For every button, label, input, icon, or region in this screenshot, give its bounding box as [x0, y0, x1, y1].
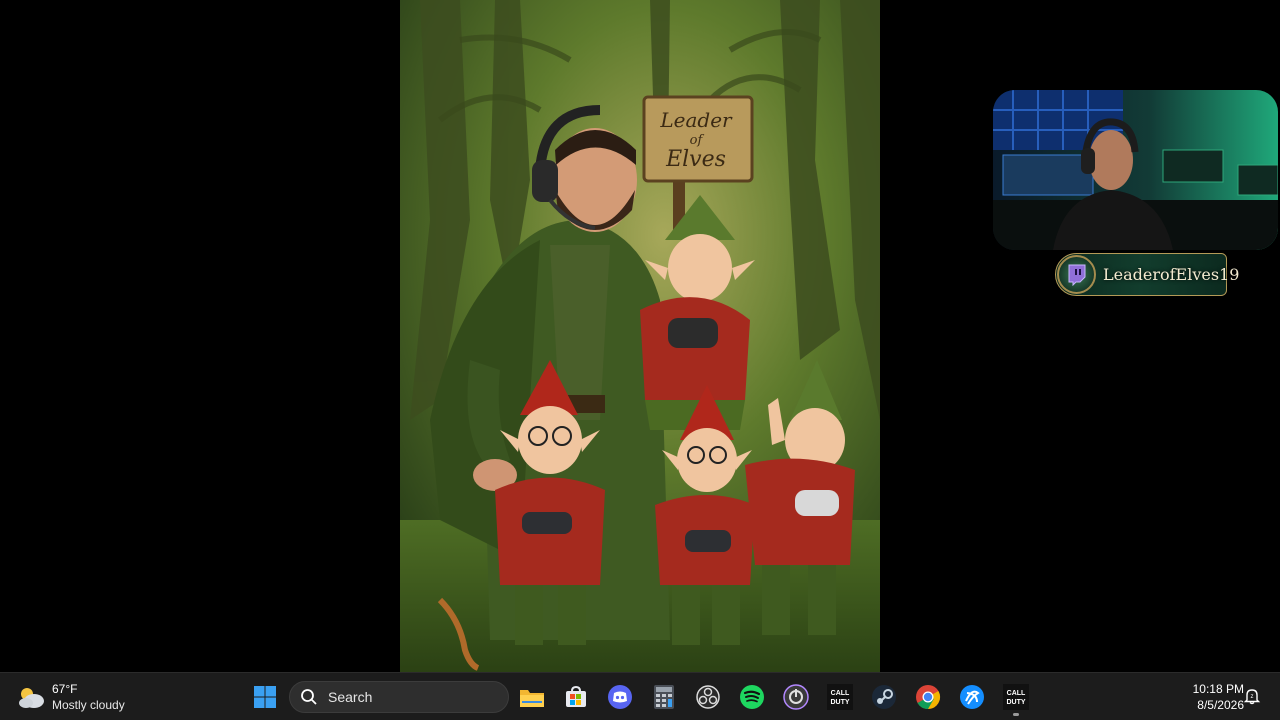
windows-icon [254, 686, 276, 708]
partly-cloudy-icon [19, 688, 44, 708]
channel-name: LeaderofElves19 [1103, 265, 1240, 284]
start-button[interactable] [250, 681, 280, 713]
discord-icon [608, 685, 632, 709]
svg-text:CALL: CALL [831, 690, 850, 697]
clock-time: 10:18 PM [1192, 682, 1244, 696]
taskbar-app-call-of-duty-2[interactable]: CALL DUTY [1000, 681, 1032, 716]
taskbar-app-spotify[interactable] [736, 681, 768, 713]
chrome-icon [916, 685, 941, 709]
taskbar-app-obs[interactable] [692, 681, 724, 713]
taskbar-app-chrome[interactable] [912, 681, 944, 713]
system-clock[interactable]: 10:18 PM 8/5/2026 [1180, 681, 1244, 713]
obs-icon [696, 685, 720, 709]
search-box[interactable] [289, 681, 509, 713]
weather-widget[interactable]: 67°F Mostly cloudy [16, 679, 125, 715]
channel-name-badge: LeaderofElves19 [1055, 253, 1239, 296]
notification-bell-icon[interactable]: z [1243, 687, 1261, 705]
weather-temperature: 67°F [52, 682, 78, 696]
running-indicator [1013, 713, 1019, 716]
svg-text:DUTY: DUTY [830, 699, 849, 706]
cod-icon: CALL DUTY [1003, 684, 1029, 710]
streamer-icon [783, 684, 809, 710]
calculator-icon [654, 685, 674, 709]
taskbar-app-file-explorer[interactable] [516, 681, 548, 713]
battlenet-icon [960, 685, 984, 709]
weather-condition: Mostly cloudy [52, 698, 125, 712]
taskbar: 67°F Mostly cloudy Search CALL DUTY CALL… [0, 672, 1280, 720]
taskbar-app-call-of-duty[interactable]: CALL DUTY [824, 681, 856, 713]
svg-text:Leader: Leader [659, 108, 733, 132]
folder-icon [520, 690, 544, 707]
cod-icon: CALL DUTY [827, 684, 853, 710]
artwork-image: Leader of Elves [400, 0, 880, 672]
steam-icon [872, 685, 896, 709]
svg-text:z: z [1251, 694, 1254, 700]
svg-text:DUTY: DUTY [1006, 699, 1025, 706]
svg-text:Elves: Elves [665, 147, 726, 172]
taskbar-app-streamer[interactable] [780, 681, 812, 713]
svg-text:CALL: CALL [1007, 690, 1026, 697]
spotify-icon [740, 685, 764, 709]
taskbar-app-calculator[interactable] [648, 681, 680, 713]
leader-of-elves-sign: Leader of Elves [642, 95, 754, 183]
search-input[interactable] [326, 688, 500, 706]
taskbar-app-steam[interactable] [868, 681, 900, 713]
taskbar-app-discord[interactable] [604, 681, 636, 713]
twitch-icon [1057, 255, 1096, 294]
search-icon [301, 689, 317, 705]
clock-date: 8/5/2026 [1197, 698, 1244, 712]
taskbar-app-battlenet[interactable] [956, 681, 988, 713]
taskbar-app-microsoft-store[interactable] [560, 681, 592, 713]
webcam-feed [993, 90, 1278, 250]
svg-text:of: of [690, 133, 705, 148]
store-icon [566, 685, 586, 707]
